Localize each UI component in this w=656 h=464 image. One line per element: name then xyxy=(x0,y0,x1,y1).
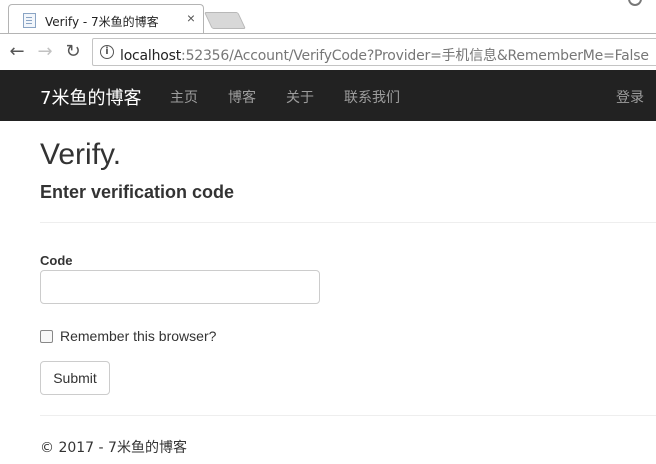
url-host: localhost xyxy=(120,48,182,64)
tab-close-icon[interactable]: × xyxy=(183,10,199,26)
page-subtitle: Enter verification code xyxy=(40,182,235,202)
submit-button[interactable]: Submit xyxy=(40,361,110,395)
new-tab-button[interactable] xyxy=(204,12,246,29)
address-bar[interactable]: i localhost:52356/Account/VerifyCode?Pro… xyxy=(92,38,656,66)
site-brand[interactable]: 7米鱼的博客 xyxy=(40,84,141,110)
page-title: Verify. xyxy=(40,138,122,171)
page-favicon-icon xyxy=(23,13,36,28)
back-button[interactable]: ← xyxy=(5,40,29,64)
divider xyxy=(40,222,656,223)
site-navbar: 7米鱼的博客 主页 博客 关于 联系我们 登录 xyxy=(0,70,656,121)
remember-browser-label[interactable]: Remember this browser? xyxy=(60,328,216,344)
nav-link-contact[interactable]: 联系我们 xyxy=(344,87,400,107)
footer-divider xyxy=(40,415,656,416)
browser-tab-active[interactable]: Verify - 7米鱼的博客 × xyxy=(8,4,204,34)
nav-link-home[interactable]: 主页 xyxy=(170,87,198,107)
remember-browser-checkbox[interactable] xyxy=(40,330,53,343)
nav-link-blog[interactable]: 博客 xyxy=(228,87,256,107)
url-text[interactable]: localhost:52356/Account/VerifyCode?Provi… xyxy=(120,45,649,65)
browser-toolbar: ← → ↻ i localhost:52356/Account/VerifyCo… xyxy=(0,33,656,70)
reload-button[interactable]: ↻ xyxy=(61,40,85,64)
site-info-icon[interactable]: i xyxy=(100,45,114,59)
profile-icon[interactable] xyxy=(628,0,642,6)
code-label: Code xyxy=(40,253,73,268)
footer-copyright: © 2017 - 7米鱼的博客 xyxy=(40,440,187,456)
browser-tabstrip: Verify - 7米鱼的博客 × xyxy=(0,0,656,34)
nav-link-about[interactable]: 关于 xyxy=(286,87,314,107)
code-input[interactable] xyxy=(40,270,320,304)
nav-link-login[interactable]: 登录 xyxy=(616,87,644,107)
forward-button[interactable]: → xyxy=(33,40,57,64)
tab-title: Verify - 7米鱼的博客 xyxy=(45,15,159,29)
url-path: :52356/Account/VerifyCode?Provider=手机信息&… xyxy=(181,48,649,64)
